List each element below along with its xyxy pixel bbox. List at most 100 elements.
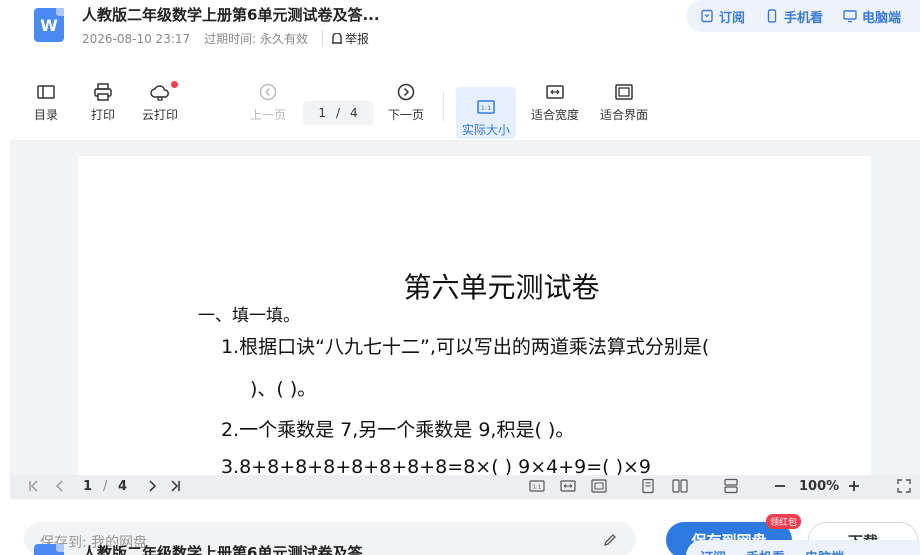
page-indicator[interactable]: 1 / 4 <box>303 101 373 125</box>
status-next-button[interactable] <box>144 478 160 494</box>
sticky-pc-view-button[interactable]: 电脑端 <box>805 547 844 555</box>
last-page-button[interactable] <box>167 478 183 494</box>
catalog-label: 目录 <box>33 108 58 122</box>
chevron-left-icon <box>55 480 63 492</box>
sticky-pc-view-label: 电脑端 <box>805 547 844 555</box>
sticky-mobile-view-label: 手机看 <box>746 547 785 555</box>
fit-width-small-icon <box>560 480 576 492</box>
page-total: 4 <box>350 106 358 120</box>
section-heading: 一、填一填。 <box>198 306 300 326</box>
svg-text:1:1: 1:1 <box>481 104 491 112</box>
first-page-button[interactable] <box>26 478 42 494</box>
question-2: 2.一个乘数是 7,另一个乘数是 9,积是( )。 <box>221 419 575 441</box>
zoom-in-button[interactable] <box>846 478 862 494</box>
actual-size-icon: 1:1 <box>477 100 495 114</box>
subscribe-label: 订阅 <box>719 10 746 26</box>
fit-page-small-icon <box>591 479 607 493</box>
word-file-icon-sticky: W <box>34 544 64 555</box>
printer-icon <box>94 83 112 101</box>
subscribe-button[interactable]: 订阅 <box>700 7 745 26</box>
fit-page-icon <box>615 84 633 100</box>
arrow-left-circle-icon <box>259 83 277 101</box>
fit-width-button[interactable]: 适合宽度 <box>525 82 585 123</box>
document-page: 第六单元测试卷 一、填一填。 1.根据口诀“八九七十二”,可以写出的两道乘法算式… <box>78 156 871 475</box>
actual-size-button[interactable]: 1:1 实际大小 <box>456 87 516 139</box>
chevron-right-icon <box>149 480 157 492</box>
report-icon <box>332 32 343 44</box>
sticky-mobile-view-button[interactable]: 手机看 <box>746 547 785 555</box>
cloud-print-icon <box>150 85 169 101</box>
status-fit-width-button[interactable] <box>560 478 576 494</box>
report-label: 举报 <box>345 32 370 46</box>
status-fit-page-button[interactable] <box>591 478 607 494</box>
zoom-level[interactable]: 100% <box>799 479 839 494</box>
next-page-button[interactable]: 下一页 <box>376 82 436 123</box>
last-page-icon <box>171 480 180 492</box>
continuous-scroll-icon <box>724 478 738 494</box>
viewer-status-bar: 1 / 4 1:1 100% <box>10 475 920 499</box>
status-page-current: 1 <box>83 479 93 494</box>
page-separator: / <box>335 106 341 120</box>
fullscreen-icon <box>897 479 911 493</box>
word-file-icon: W <box>34 8 64 42</box>
catalog-button[interactable]: 目录 <box>16 82 76 123</box>
page-current: 1 <box>318 106 326 120</box>
bookmark-icon <box>701 9 713 23</box>
actual-size-label: 实际大小 <box>461 123 510 137</box>
sticky-subscribe-button[interactable]: 订阅 <box>700 547 726 555</box>
double-page-icon <box>672 479 688 493</box>
prev-page-label: 上一页 <box>249 108 286 122</box>
document-meta: 2026-08-10 23:17 过期时间: 永久有效 举报 <box>82 30 369 47</box>
print-label: 打印 <box>90 108 115 122</box>
print-button[interactable]: 打印 <box>73 82 133 123</box>
single-page-icon <box>642 478 654 494</box>
mobile-view-button[interactable]: 手机看 <box>765 7 823 26</box>
question-1-line-2: )、( )。 <box>250 378 317 400</box>
document-viewer-page: W 人教版二年级数学上册第6单元测试卷及答... 2026-08-10 23:1… <box>0 0 920 555</box>
expire-value: 永久有效 <box>260 32 309 46</box>
question-3: 3.8+8+8+8+8+8+8+8=8×( ) 9×4+9=( )×9 <box>221 456 652 475</box>
sticky-document-title: 人教版二年级数学上册第6单元测试卷及答... <box>82 544 380 555</box>
status-page-total: 4 <box>118 479 128 494</box>
pc-view-button[interactable]: 电脑端 <box>843 7 901 26</box>
document-canvas[interactable]: 第六单元测试卷 一、填一填。 1.根据口诀“八九七十二”,可以写出的两道乘法算式… <box>10 140 920 475</box>
next-page-label: 下一页 <box>387 108 424 122</box>
exam-title: 第六单元测试卷 <box>403 271 600 304</box>
status-prev-button[interactable] <box>52 478 68 494</box>
double-page-button[interactable] <box>672 478 688 494</box>
toolbar-divider <box>443 92 444 122</box>
fullscreen-button[interactable] <box>896 478 912 494</box>
header: W 人教版二年级数学上册第6单元测试卷及答... 2026-08-10 23:1… <box>0 0 920 56</box>
mobile-view-label: 手机看 <box>784 10 824 26</box>
actual-size-small-icon: 1:1 <box>529 480 545 492</box>
red-packet-badge[interactable]: 领红包 <box>766 514 802 529</box>
first-page-icon <box>29 480 38 492</box>
fit-width-label: 适合宽度 <box>530 108 579 122</box>
report-button[interactable]: 举报 <box>322 30 369 47</box>
viewer-toolbar: 目录 打印 云打印 上一页 下一页 1:1 实际大小 适合宽度 适合界面 <box>0 81 920 139</box>
expire-info: 过期时间: 永久有效 <box>204 30 308 47</box>
sticky-subscribe-label: 订阅 <box>700 547 726 555</box>
question-1-line-1: 1.根据口诀“八九七十二”,可以写出的两道乘法算式分别是( <box>221 336 710 358</box>
prev-page-button[interactable]: 上一页 <box>238 82 298 123</box>
fit-page-button[interactable]: 适合界面 <box>594 82 654 123</box>
svg-text:1:1: 1:1 <box>533 485 542 491</box>
document-title: 人教版二年级数学上册第6单元测试卷及答... <box>82 6 380 24</box>
header-actions: 订阅 手机看 电脑端 <box>686 0 920 32</box>
cloud-print-label: 云打印 <box>141 108 178 122</box>
catalog-icon <box>37 85 55 99</box>
single-page-button[interactable] <box>640 478 656 494</box>
expire-label: 过期时间: <box>204 32 257 46</box>
sticky-header-actions: 订阅 手机看 电脑端 <box>686 540 920 555</box>
status-actual-size-button[interactable]: 1:1 <box>529 478 545 494</box>
sticky-header-peek: W 人教版二年级数学上册第6单元测试卷及答... 订阅 手机看 电脑端 <box>0 540 920 555</box>
upload-date: 2026-08-10 23:17 <box>82 31 191 46</box>
minus-icon <box>775 485 785 487</box>
fit-width-icon <box>546 85 564 99</box>
fit-page-label: 适合界面 <box>599 108 648 122</box>
zoom-out-button[interactable] <box>772 478 788 494</box>
phone-icon <box>767 9 777 23</box>
status-page-separator: / <box>103 479 108 494</box>
continuous-scroll-button[interactable] <box>723 478 739 494</box>
cloud-print-button[interactable]: 云打印 <box>130 81 190 123</box>
